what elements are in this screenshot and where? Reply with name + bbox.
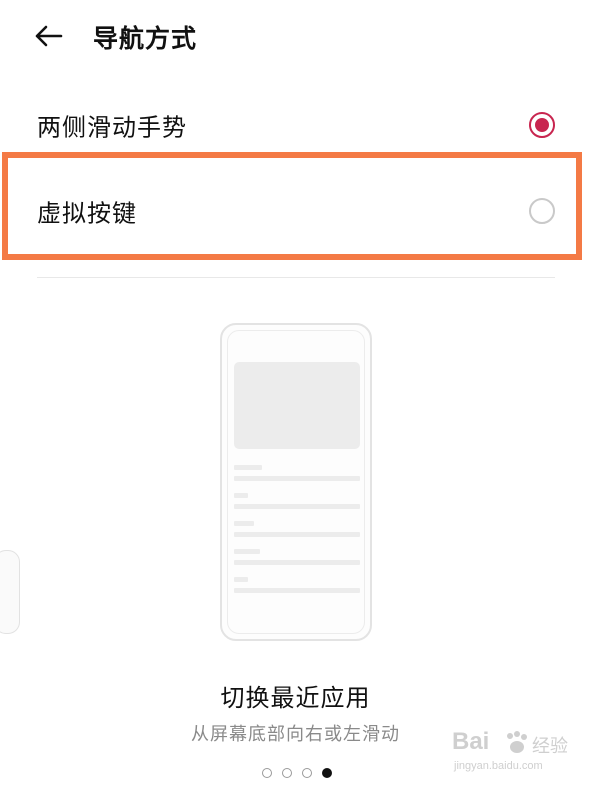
illustration-line	[234, 476, 360, 481]
page-dot[interactable]	[282, 768, 292, 778]
radio-button-unselected[interactable]	[529, 198, 555, 224]
baidu-jingyan-watermark: Bai 经验 jingyan.baidu.com	[452, 728, 582, 778]
illustration-line	[234, 588, 360, 593]
arrow-left-icon	[35, 25, 63, 47]
watermark-url: jingyan.baidu.com	[454, 760, 543, 772]
page-indicator	[262, 767, 332, 779]
page-dot-active[interactable]	[322, 768, 332, 778]
radio-button-selected[interactable]	[529, 112, 555, 138]
watermark-brand-cn: 经验	[532, 736, 568, 757]
option-virtual-keys[interactable]: 虚拟按键	[0, 171, 591, 251]
illustration-line	[234, 465, 262, 470]
illustration-line	[234, 504, 360, 509]
navigation-settings-page: 导航方式 两侧滑动手势 虚拟按键 切换最近应用 从屏幕底部向右或左滑动 Bai …	[0, 0, 591, 790]
option-label: 虚拟按键	[37, 199, 137, 228]
page-title: 导航方式	[93, 24, 198, 53]
page-dot[interactable]	[302, 768, 312, 778]
illustration-line	[234, 521, 254, 526]
radio-dot	[535, 118, 549, 132]
illustration-title: 切换最近应用	[220, 684, 371, 712]
illustration-line	[234, 577, 248, 582]
illustration-line	[234, 549, 260, 554]
paw-icon	[507, 731, 527, 753]
back-button[interactable]	[28, 18, 68, 54]
page-dot[interactable]	[262, 768, 272, 778]
illustration-line	[234, 493, 248, 498]
option-gesture-navigation[interactable]: 两侧滑动手势	[0, 85, 591, 165]
illustration-line	[234, 532, 360, 537]
phone-illustration	[220, 323, 372, 641]
illustration-card	[234, 362, 360, 449]
illustration-line	[234, 560, 360, 565]
side-drag-handle[interactable]	[0, 550, 20, 634]
option-label: 两侧滑动手势	[37, 113, 187, 142]
header: 导航方式	[0, 0, 591, 72]
divider	[37, 277, 555, 278]
watermark-brand: Bai	[452, 728, 490, 755]
